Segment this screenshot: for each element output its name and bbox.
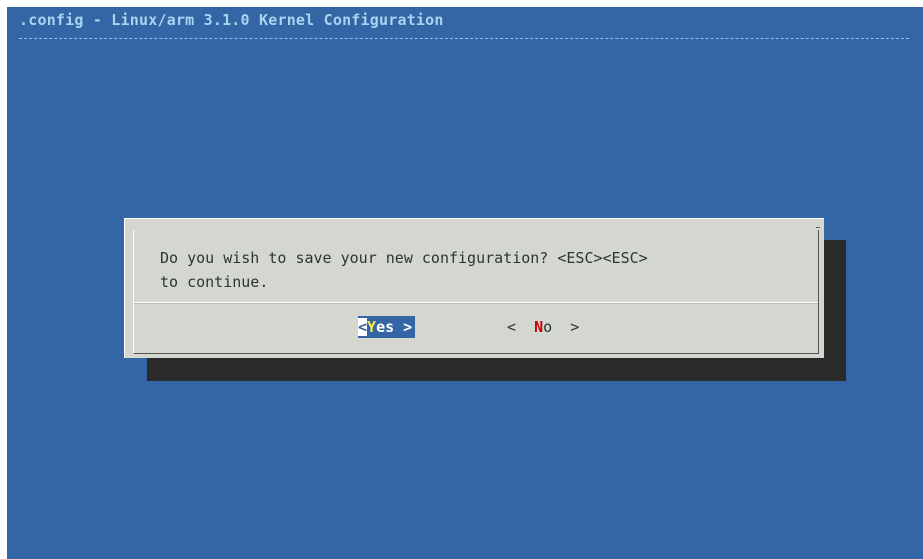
dialog-message: Do you wish to save your new configurati…	[160, 249, 648, 291]
no-bracket-right: >	[570, 318, 580, 336]
window-title: .config - Linux/arm 3.1.0 Kernel Configu…	[19, 11, 444, 29]
dialog-separator	[134, 302, 818, 304]
yes-button[interactable]: <Yes >	[358, 316, 416, 338]
terminal-window: .config - Linux/arm 3.1.0 Kernel Configu…	[7, 7, 923, 559]
no-bracket-left: <	[507, 318, 517, 336]
yes-hotkey: Y	[367, 318, 377, 336]
title-underline	[19, 38, 909, 39]
yes-label-rest: es	[376, 318, 395, 336]
no-button[interactable]: < No >	[507, 316, 579, 338]
save-config-dialog: Do you wish to save your new configurati…	[124, 218, 824, 358]
yes-bracket-left: <	[358, 318, 368, 336]
yes-bracket-right: >	[403, 318, 413, 336]
dialog-button-row: <Yes > < No >	[125, 316, 824, 340]
no-label-rest: o	[543, 318, 553, 336]
no-hotkey: N	[534, 318, 544, 336]
